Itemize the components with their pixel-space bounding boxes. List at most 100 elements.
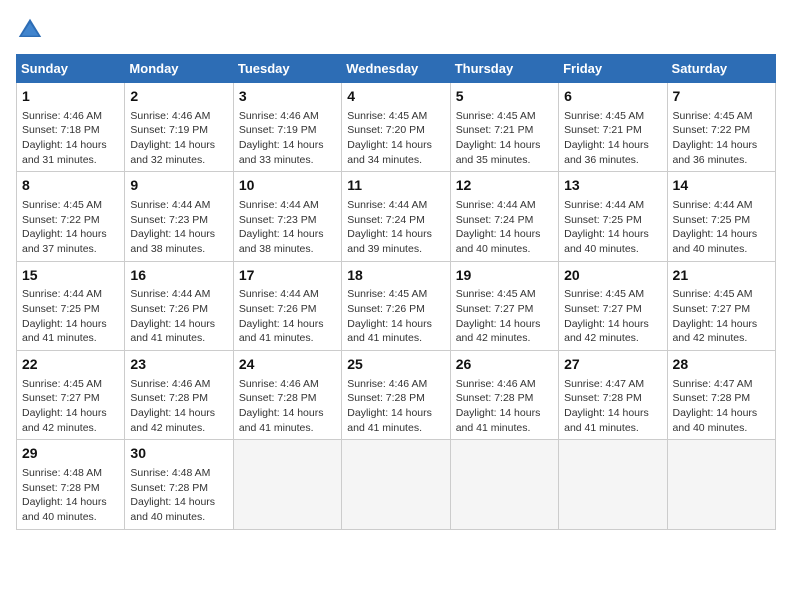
daylight-text: Daylight: 14 hours [22,138,119,153]
sunset-text: Sunset: 7:20 PM [347,123,444,138]
sunset-text: Sunset: 7:28 PM [22,481,119,496]
daylight-text-2: and 41 minutes. [347,331,444,346]
calendar-cell: 1Sunrise: 4:46 AMSunset: 7:18 PMDaylight… [17,83,125,172]
calendar-cell [559,440,667,529]
daylight-text-2: and 42 minutes. [22,421,119,436]
daylight-text-2: and 41 minutes. [130,331,227,346]
sunrise-text: Sunrise: 4:45 AM [673,287,770,302]
logo [16,16,48,44]
sunrise-text: Sunrise: 4:46 AM [130,109,227,124]
sunrise-text: Sunrise: 4:46 AM [130,377,227,392]
sunrise-text: Sunrise: 4:45 AM [564,109,661,124]
sunrise-text: Sunrise: 4:44 AM [239,198,336,213]
day-info: Sunrise: 4:46 AMSunset: 7:19 PMDaylight:… [130,109,227,168]
daylight-text: Daylight: 14 hours [456,317,553,332]
day-number: 19 [456,266,553,286]
calendar-cell: 25Sunrise: 4:46 AMSunset: 7:28 PMDayligh… [342,351,450,440]
day-info: Sunrise: 4:44 AMSunset: 7:26 PMDaylight:… [239,287,336,346]
sunrise-text: Sunrise: 4:46 AM [239,109,336,124]
calendar-cell: 16Sunrise: 4:44 AMSunset: 7:26 PMDayligh… [125,261,233,350]
sunset-text: Sunset: 7:25 PM [564,213,661,228]
sunset-text: Sunset: 7:24 PM [456,213,553,228]
daylight-text: Daylight: 14 hours [673,406,770,421]
day-number: 7 [673,87,770,107]
calendar-cell: 13Sunrise: 4:44 AMSunset: 7:25 PMDayligh… [559,172,667,261]
calendar-cell: 11Sunrise: 4:44 AMSunset: 7:24 PMDayligh… [342,172,450,261]
calendar-cell: 3Sunrise: 4:46 AMSunset: 7:19 PMDaylight… [233,83,341,172]
calendar-cell: 7Sunrise: 4:45 AMSunset: 7:22 PMDaylight… [667,83,775,172]
daylight-text: Daylight: 14 hours [673,317,770,332]
col-friday: Friday [559,55,667,83]
daylight-text-2: and 40 minutes. [673,242,770,257]
sunset-text: Sunset: 7:21 PM [456,123,553,138]
daylight-text: Daylight: 14 hours [22,406,119,421]
calendar-cell [667,440,775,529]
sunrise-text: Sunrise: 4:46 AM [456,377,553,392]
col-saturday: Saturday [667,55,775,83]
daylight-text-2: and 41 minutes. [239,331,336,346]
day-info: Sunrise: 4:45 AMSunset: 7:27 PMDaylight:… [22,377,119,436]
sunset-text: Sunset: 7:27 PM [564,302,661,317]
day-number: 9 [130,176,227,196]
daylight-text-2: and 42 minutes. [564,331,661,346]
calendar-cell: 17Sunrise: 4:44 AMSunset: 7:26 PMDayligh… [233,261,341,350]
daylight-text: Daylight: 14 hours [239,406,336,421]
calendar-cell: 30Sunrise: 4:48 AMSunset: 7:28 PMDayligh… [125,440,233,529]
sunset-text: Sunset: 7:28 PM [673,391,770,406]
sunset-text: Sunset: 7:28 PM [239,391,336,406]
sunset-text: Sunset: 7:19 PM [130,123,227,138]
calendar-cell: 20Sunrise: 4:45 AMSunset: 7:27 PMDayligh… [559,261,667,350]
day-number: 3 [239,87,336,107]
day-number: 13 [564,176,661,196]
day-info: Sunrise: 4:45 AMSunset: 7:20 PMDaylight:… [347,109,444,168]
day-number: 23 [130,355,227,375]
daylight-text: Daylight: 14 hours [239,138,336,153]
sunset-text: Sunset: 7:21 PM [564,123,661,138]
sunrise-text: Sunrise: 4:45 AM [22,198,119,213]
daylight-text: Daylight: 14 hours [564,317,661,332]
sunrise-text: Sunrise: 4:46 AM [239,377,336,392]
sunset-text: Sunset: 7:27 PM [673,302,770,317]
calendar-cell: 18Sunrise: 4:45 AMSunset: 7:26 PMDayligh… [342,261,450,350]
daylight-text-2: and 42 minutes. [456,331,553,346]
col-sunday: Sunday [17,55,125,83]
daylight-text: Daylight: 14 hours [22,317,119,332]
sunrise-text: Sunrise: 4:45 AM [347,287,444,302]
daylight-text: Daylight: 14 hours [456,406,553,421]
day-number: 10 [239,176,336,196]
daylight-text-2: and 34 minutes. [347,153,444,168]
day-info: Sunrise: 4:44 AMSunset: 7:24 PMDaylight:… [347,198,444,257]
daylight-text: Daylight: 14 hours [564,138,661,153]
sunset-text: Sunset: 7:22 PM [673,123,770,138]
calendar-cell: 14Sunrise: 4:44 AMSunset: 7:25 PMDayligh… [667,172,775,261]
calendar-cell: 12Sunrise: 4:44 AMSunset: 7:24 PMDayligh… [450,172,558,261]
daylight-text-2: and 37 minutes. [22,242,119,257]
day-number: 11 [347,176,444,196]
sunset-text: Sunset: 7:27 PM [456,302,553,317]
day-info: Sunrise: 4:46 AMSunset: 7:28 PMDaylight:… [239,377,336,436]
calendar-cell: 21Sunrise: 4:45 AMSunset: 7:27 PMDayligh… [667,261,775,350]
day-info: Sunrise: 4:46 AMSunset: 7:28 PMDaylight:… [456,377,553,436]
calendar-header-row: Sunday Monday Tuesday Wednesday Thursday… [17,55,776,83]
daylight-text: Daylight: 14 hours [456,227,553,242]
day-number: 29 [22,444,119,464]
day-number: 16 [130,266,227,286]
sunset-text: Sunset: 7:28 PM [564,391,661,406]
day-number: 30 [130,444,227,464]
sunset-text: Sunset: 7:25 PM [673,213,770,228]
day-number: 18 [347,266,444,286]
day-number: 25 [347,355,444,375]
day-info: Sunrise: 4:44 AMSunset: 7:26 PMDaylight:… [130,287,227,346]
calendar-cell [233,440,341,529]
day-info: Sunrise: 4:46 AMSunset: 7:28 PMDaylight:… [347,377,444,436]
calendar-cell: 15Sunrise: 4:44 AMSunset: 7:25 PMDayligh… [17,261,125,350]
day-info: Sunrise: 4:45 AMSunset: 7:27 PMDaylight:… [564,287,661,346]
calendar-week-row: 8Sunrise: 4:45 AMSunset: 7:22 PMDaylight… [17,172,776,261]
daylight-text-2: and 33 minutes. [239,153,336,168]
sunrise-text: Sunrise: 4:44 AM [673,198,770,213]
calendar-week-row: 1Sunrise: 4:46 AMSunset: 7:18 PMDaylight… [17,83,776,172]
daylight-text-2: and 40 minutes. [22,510,119,525]
daylight-text-2: and 40 minutes. [673,421,770,436]
daylight-text-2: and 41 minutes. [22,331,119,346]
day-number: 17 [239,266,336,286]
